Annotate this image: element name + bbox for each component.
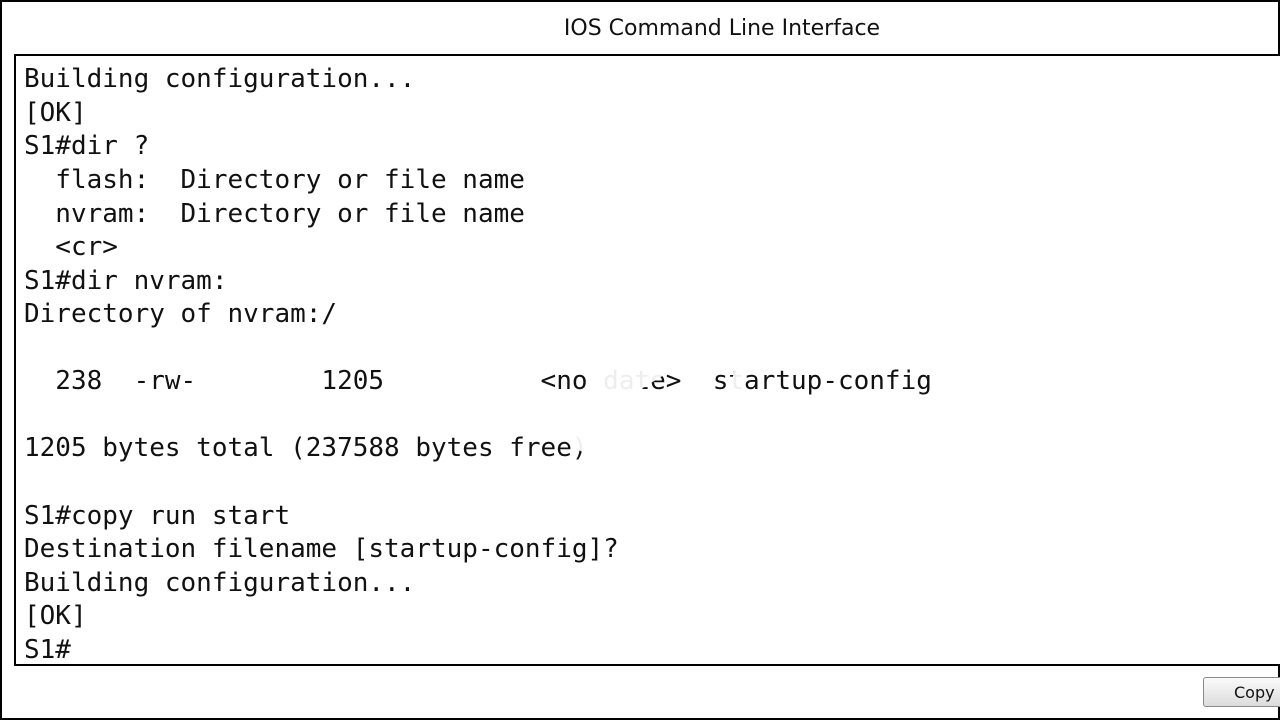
terminal-line: 1205 bytes total (237588 bytes free) — [24, 433, 588, 463]
terminal-line: Building configuration... — [24, 568, 416, 598]
terminal-line: Building configuration... — [24, 64, 416, 94]
terminal-line: Destination filename [startup-config]? — [24, 534, 619, 564]
terminal-line: [OK] — [24, 98, 87, 128]
copy-button[interactable]: Copy — [1203, 677, 1280, 707]
terminal-line: nvram: Directory or file name — [24, 199, 525, 229]
terminal-line: 238 -rw- 1205 <no date> startup-config — [24, 366, 932, 396]
terminal-line: <cr> — [24, 232, 118, 262]
terminal-line: flash: Directory or file name — [24, 165, 525, 195]
window-title: IOS Command Line Interface — [563, 16, 881, 41]
terminal-line: Directory of nvram:/ — [24, 299, 338, 329]
play-icon[interactable] — [515, 232, 755, 472]
terminal-line: S1# — [24, 635, 71, 665]
terminal-line: [OK] — [24, 601, 87, 631]
terminal-line: S1#dir nvram: — [24, 266, 228, 296]
terminal-line: S1#copy run start — [24, 501, 291, 531]
terminal-line: S1#dir ? — [24, 131, 150, 161]
